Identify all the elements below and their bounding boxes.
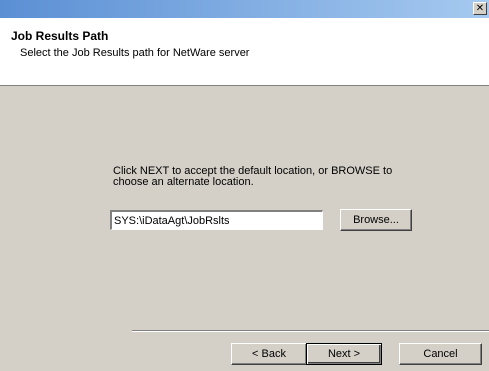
wizard-header: Job Results Path Select the Job Results … bbox=[0, 18, 489, 86]
browse-button[interactable]: Browse... bbox=[340, 209, 412, 231]
footer-separator bbox=[132, 330, 489, 332]
job-results-path-input[interactable] bbox=[110, 210, 323, 230]
next-button[interactable]: Next > bbox=[306, 343, 382, 365]
instruction-text: Click NEXT to accept the default locatio… bbox=[113, 165, 393, 188]
title-bar: ✕ bbox=[0, 0, 489, 18]
close-icon[interactable]: ✕ bbox=[473, 2, 487, 15]
page-title: Job Results Path bbox=[11, 29, 109, 43]
back-button[interactable]: < Back bbox=[231, 343, 307, 365]
page-subtitle: Select the Job Results path for NetWare … bbox=[20, 47, 250, 59]
cancel-button[interactable]: Cancel bbox=[399, 343, 482, 365]
